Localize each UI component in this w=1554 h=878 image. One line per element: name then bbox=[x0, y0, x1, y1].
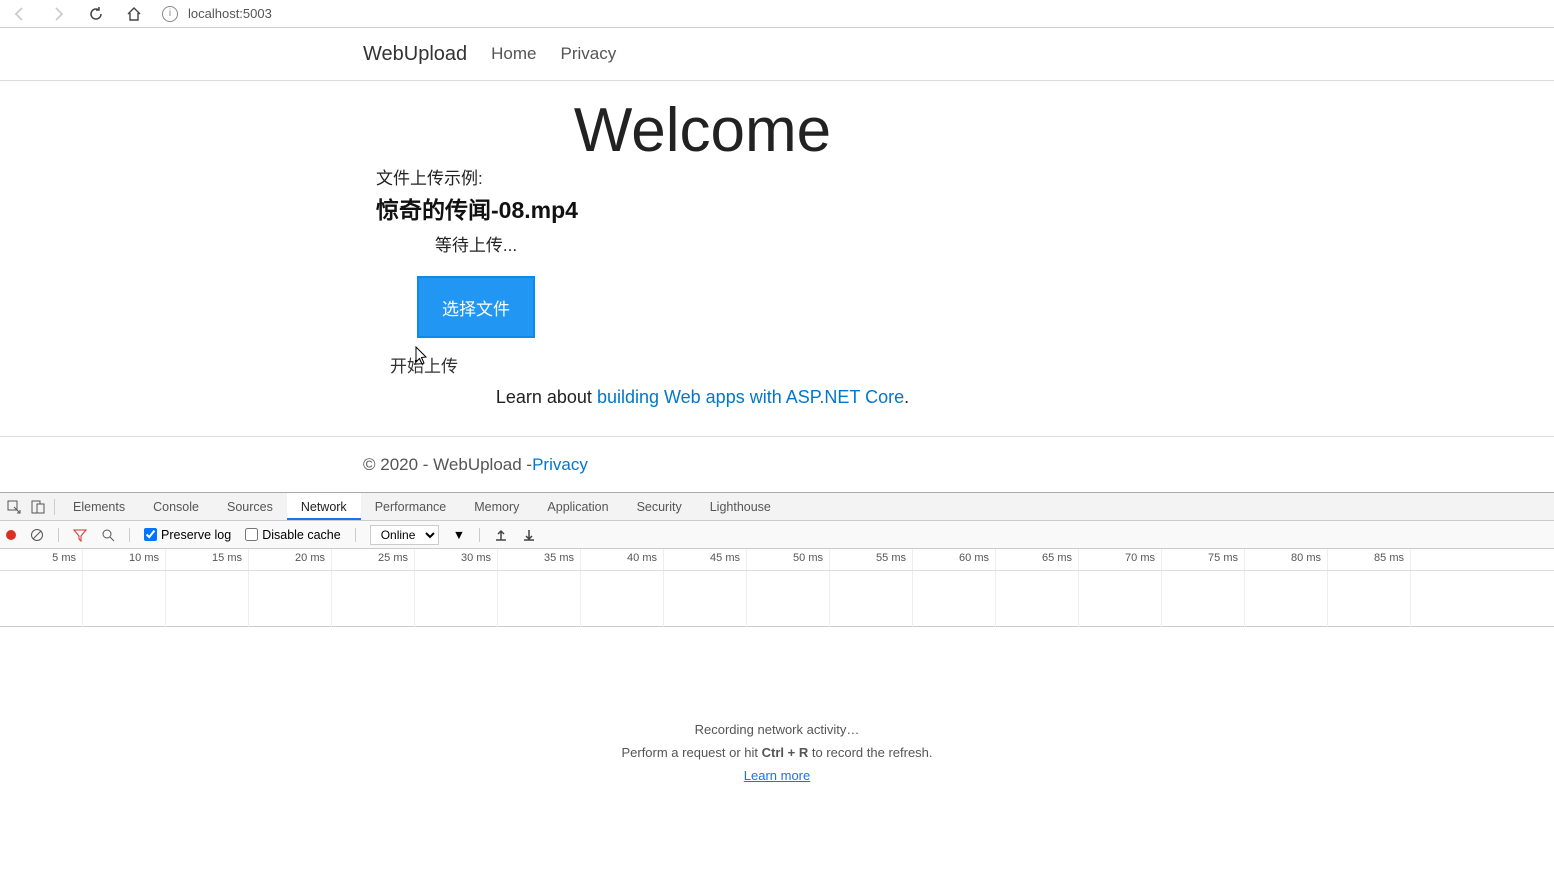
timeline-lane bbox=[498, 571, 581, 627]
url-text: localhost:5003 bbox=[188, 6, 272, 21]
timeline-lane bbox=[1162, 571, 1245, 627]
upload-example-label: 文件上传示例: bbox=[376, 164, 576, 189]
devtools-panel: Elements Console Sources Network Perform… bbox=[0, 492, 1554, 878]
page-title: Welcome bbox=[0, 95, 1405, 166]
timeline-tick: 45 ms bbox=[664, 549, 747, 570]
timeline-tick: 35 ms bbox=[498, 549, 581, 570]
timeline-tick: 25 ms bbox=[332, 549, 415, 570]
filter-icon[interactable] bbox=[73, 528, 87, 542]
forward-icon[interactable] bbox=[50, 6, 66, 22]
timeline-lane bbox=[332, 571, 415, 627]
timeline-tick: 5 ms bbox=[0, 549, 83, 570]
disable-cache-checkbox[interactable]: Disable cache bbox=[245, 528, 341, 542]
learn-text: Learn about building Web apps with ASP.N… bbox=[0, 387, 1405, 408]
upload-status: 等待上传... bbox=[376, 231, 576, 256]
site-info-icon[interactable]: i bbox=[162, 6, 178, 22]
tab-lighthouse[interactable]: Lighthouse bbox=[696, 493, 785, 520]
device-icon[interactable] bbox=[26, 499, 50, 515]
timeline-tick: 85 ms bbox=[1328, 549, 1411, 570]
timeline-tick: 65 ms bbox=[996, 549, 1079, 570]
tab-elements[interactable]: Elements bbox=[59, 493, 139, 520]
learn-suffix: . bbox=[904, 387, 909, 407]
tab-security[interactable]: Security bbox=[623, 493, 696, 520]
inspect-icon[interactable] bbox=[2, 499, 26, 515]
clear-icon[interactable] bbox=[30, 528, 44, 542]
timeline-tick: 60 ms bbox=[913, 549, 996, 570]
timeline-tick: 20 ms bbox=[249, 549, 332, 570]
record-icon[interactable] bbox=[6, 530, 16, 540]
nav-privacy[interactable]: Privacy bbox=[561, 44, 617, 64]
timeline-lane bbox=[913, 571, 996, 627]
hint-shortcut: Ctrl + R bbox=[762, 745, 809, 760]
timeline-lane bbox=[1328, 571, 1411, 627]
home-icon[interactable] bbox=[126, 6, 142, 22]
preserve-log-checkbox[interactable]: Preserve log bbox=[144, 528, 231, 542]
throttling-select[interactable]: Online bbox=[370, 525, 439, 545]
timeline-lane bbox=[0, 571, 83, 627]
upload-har-icon[interactable] bbox=[494, 528, 508, 542]
timeline-tick: 75 ms bbox=[1162, 549, 1245, 570]
tab-application[interactable]: Application bbox=[533, 493, 622, 520]
timeline-lane bbox=[1245, 571, 1328, 627]
learn-link[interactable]: building Web apps with ASP.NET Core bbox=[597, 387, 904, 407]
timeline-lane bbox=[415, 571, 498, 627]
preserve-log-label: Preserve log bbox=[161, 528, 231, 542]
preserve-log-input[interactable] bbox=[144, 528, 157, 541]
timeline-lane bbox=[830, 571, 913, 627]
footer-privacy-link[interactable]: Privacy bbox=[532, 455, 588, 475]
timeline-lane bbox=[83, 571, 166, 627]
timeline-tick: 40 ms bbox=[581, 549, 664, 570]
browser-toolbar: i localhost:5003 bbox=[0, 0, 1554, 28]
network-toolbar: Preserve log Disable cache Online ▼ bbox=[0, 521, 1554, 549]
empty-title: Recording network activity… bbox=[695, 722, 860, 737]
select-file-button[interactable]: 选择文件 bbox=[419, 278, 533, 336]
nav-home[interactable]: Home bbox=[491, 44, 536, 64]
timeline-tick: 55 ms bbox=[830, 549, 913, 570]
copyright: © 2020 - WebUpload - bbox=[363, 455, 532, 475]
timeline-lane bbox=[664, 571, 747, 627]
timeline-tick: 15 ms bbox=[166, 549, 249, 570]
network-timeline[interactable]: 5 ms10 ms15 ms20 ms25 ms30 ms35 ms40 ms4… bbox=[0, 549, 1554, 627]
brand[interactable]: WebUpload bbox=[363, 43, 467, 66]
timeline-lane bbox=[581, 571, 664, 627]
devtools-tabs: Elements Console Sources Network Perform… bbox=[0, 493, 1554, 521]
tab-console[interactable]: Console bbox=[139, 493, 213, 520]
disable-cache-label: Disable cache bbox=[262, 528, 341, 542]
download-har-icon[interactable] bbox=[522, 528, 536, 542]
footer: © 2020 - WebUpload - Privacy bbox=[0, 436, 1554, 492]
timeline-tick: 80 ms bbox=[1245, 549, 1328, 570]
timeline-lane bbox=[1079, 571, 1162, 627]
back-icon[interactable] bbox=[12, 6, 28, 22]
site-navbar: WebUpload Home Privacy bbox=[0, 28, 1554, 81]
tab-network[interactable]: Network bbox=[287, 493, 361, 520]
timeline-tick: 30 ms bbox=[415, 549, 498, 570]
timeline-lane bbox=[747, 571, 830, 627]
timeline-tick: 70 ms bbox=[1079, 549, 1162, 570]
timeline-lane bbox=[249, 571, 332, 627]
tab-performance[interactable]: Performance bbox=[361, 493, 461, 520]
timeline-lane bbox=[166, 571, 249, 627]
learn-prefix: Learn about bbox=[496, 387, 597, 407]
tab-sources[interactable]: Sources bbox=[213, 493, 287, 520]
address-bar[interactable]: i localhost:5003 bbox=[162, 6, 272, 22]
timeline-lane bbox=[996, 571, 1079, 627]
disable-cache-input[interactable] bbox=[245, 528, 258, 541]
network-empty-state: Recording network activity… Perform a re… bbox=[0, 627, 1554, 878]
search-icon[interactable] bbox=[101, 528, 115, 542]
start-upload-link[interactable]: 开始上传 bbox=[390, 352, 458, 377]
learn-more-link[interactable]: Learn more bbox=[744, 768, 810, 783]
selected-filename: 惊奇的传闻-08.mp4 bbox=[376, 191, 576, 225]
timeline-tick: 10 ms bbox=[83, 549, 166, 570]
empty-hint: Perform a request or hit Ctrl + R to rec… bbox=[621, 745, 932, 760]
upload-section: 文件上传示例: 惊奇的传闻-08.mp4 等待上传... 选择文件 开始上传 bbox=[376, 164, 576, 377]
timeline-tick: 50 ms bbox=[747, 549, 830, 570]
tab-memory[interactable]: Memory bbox=[460, 493, 533, 520]
refresh-icon[interactable] bbox=[88, 6, 104, 22]
